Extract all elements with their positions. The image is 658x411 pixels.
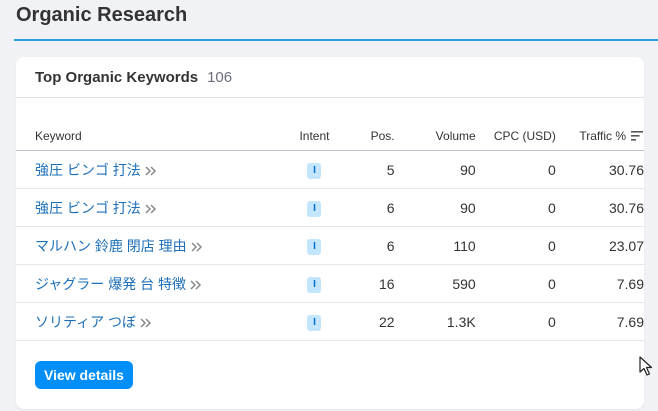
intent-badge: I bbox=[307, 201, 322, 217]
volume-cell: 590 bbox=[394, 264, 476, 303]
cpc-cell: 0 bbox=[475, 150, 556, 189]
header-pos[interactable]: Pos. bbox=[347, 121, 395, 151]
view-details-button[interactable]: View details bbox=[35, 361, 133, 389]
keywords-table: Keyword Intent Pos. Volume CPC (USD) Tra… bbox=[16, 121, 644, 341]
table-header-row: Keyword Intent Pos. Volume CPC (USD) Tra… bbox=[16, 121, 644, 151]
position-cell: 6 bbox=[347, 188, 395, 227]
volume-cell: 110 bbox=[394, 226, 476, 265]
keyword-link[interactable]: マルハン 鈴鹿 閉店 理由 bbox=[35, 238, 187, 254]
header-intent[interactable]: Intent bbox=[281, 121, 348, 151]
mouse-pointer-icon bbox=[639, 356, 653, 376]
position-cell: 16 bbox=[347, 264, 395, 303]
keyword-count: 106 bbox=[207, 68, 233, 86]
traffic-cell: 23.07 bbox=[555, 226, 644, 265]
volume-cell: 90 bbox=[394, 188, 476, 227]
intent-badge: I bbox=[307, 315, 322, 331]
intent-badge: I bbox=[307, 277, 322, 293]
cpc-cell: 0 bbox=[475, 264, 556, 303]
double-chevron-right-icon[interactable] bbox=[191, 242, 203, 252]
cpc-cell: 0 bbox=[475, 188, 556, 227]
table-row: マルハン 鈴鹿 閉店 理由 I 6 110 0 23.07 bbox=[16, 226, 644, 265]
traffic-cell: 30.76 bbox=[555, 188, 644, 227]
header-cpc[interactable]: CPC (USD) bbox=[475, 121, 556, 151]
volume-cell: 1.3K bbox=[394, 302, 476, 341]
title-underline bbox=[14, 39, 658, 41]
double-chevron-right-icon[interactable] bbox=[145, 204, 157, 214]
intent-badge: I bbox=[307, 163, 322, 179]
position-cell: 6 bbox=[347, 226, 395, 265]
header-traffic[interactable]: Traffic % bbox=[555, 121, 644, 151]
keyword-link[interactable]: 強圧 ビンゴ 打法 bbox=[35, 200, 141, 216]
keyword-link[interactable]: 強圧 ビンゴ 打法 bbox=[35, 162, 141, 178]
position-cell: 5 bbox=[347, 150, 395, 189]
traffic-cell: 7.69 bbox=[555, 302, 644, 341]
card-title: Top Organic Keywords bbox=[35, 68, 199, 86]
traffic-cell: 7.69 bbox=[555, 264, 644, 303]
volume-cell: 90 bbox=[394, 150, 476, 189]
cpc-cell: 0 bbox=[475, 302, 556, 341]
double-chevron-right-icon[interactable] bbox=[140, 318, 152, 328]
header-keyword[interactable]: Keyword bbox=[16, 121, 282, 151]
sort-descending-icon[interactable] bbox=[630, 130, 644, 142]
cpc-cell: 0 bbox=[475, 226, 556, 265]
position-cell: 22 bbox=[347, 302, 395, 341]
header-traffic-label: Traffic % bbox=[579, 128, 626, 143]
double-chevron-right-icon[interactable] bbox=[190, 280, 202, 290]
keyword-link[interactable]: ジャグラー 爆発 台 特徴 bbox=[35, 276, 186, 292]
header-volume[interactable]: Volume bbox=[394, 121, 476, 151]
table-row: ジャグラー 爆発 台 特徴 I 16 590 0 7.69 bbox=[16, 264, 644, 303]
top-organic-keywords-card: Top Organic Keywords 106 Keyword Intent … bbox=[16, 57, 644, 409]
table-row: 強圧 ビンゴ 打法 I 6 90 0 30.76 bbox=[16, 188, 644, 227]
page-title: Organic Research bbox=[16, 4, 188, 26]
double-chevron-right-icon[interactable] bbox=[145, 166, 157, 176]
table-row: 強圧 ビンゴ 打法 I 5 90 0 30.76 bbox=[16, 150, 644, 189]
traffic-cell: 30.76 bbox=[555, 150, 644, 189]
intent-badge: I bbox=[307, 239, 322, 255]
card-header: Top Organic Keywords 106 bbox=[16, 57, 644, 98]
keyword-link[interactable]: ソリティア つぼ bbox=[35, 314, 136, 330]
table-row: ソリティア つぼ I 22 1.3K 0 7.69 bbox=[16, 302, 644, 341]
